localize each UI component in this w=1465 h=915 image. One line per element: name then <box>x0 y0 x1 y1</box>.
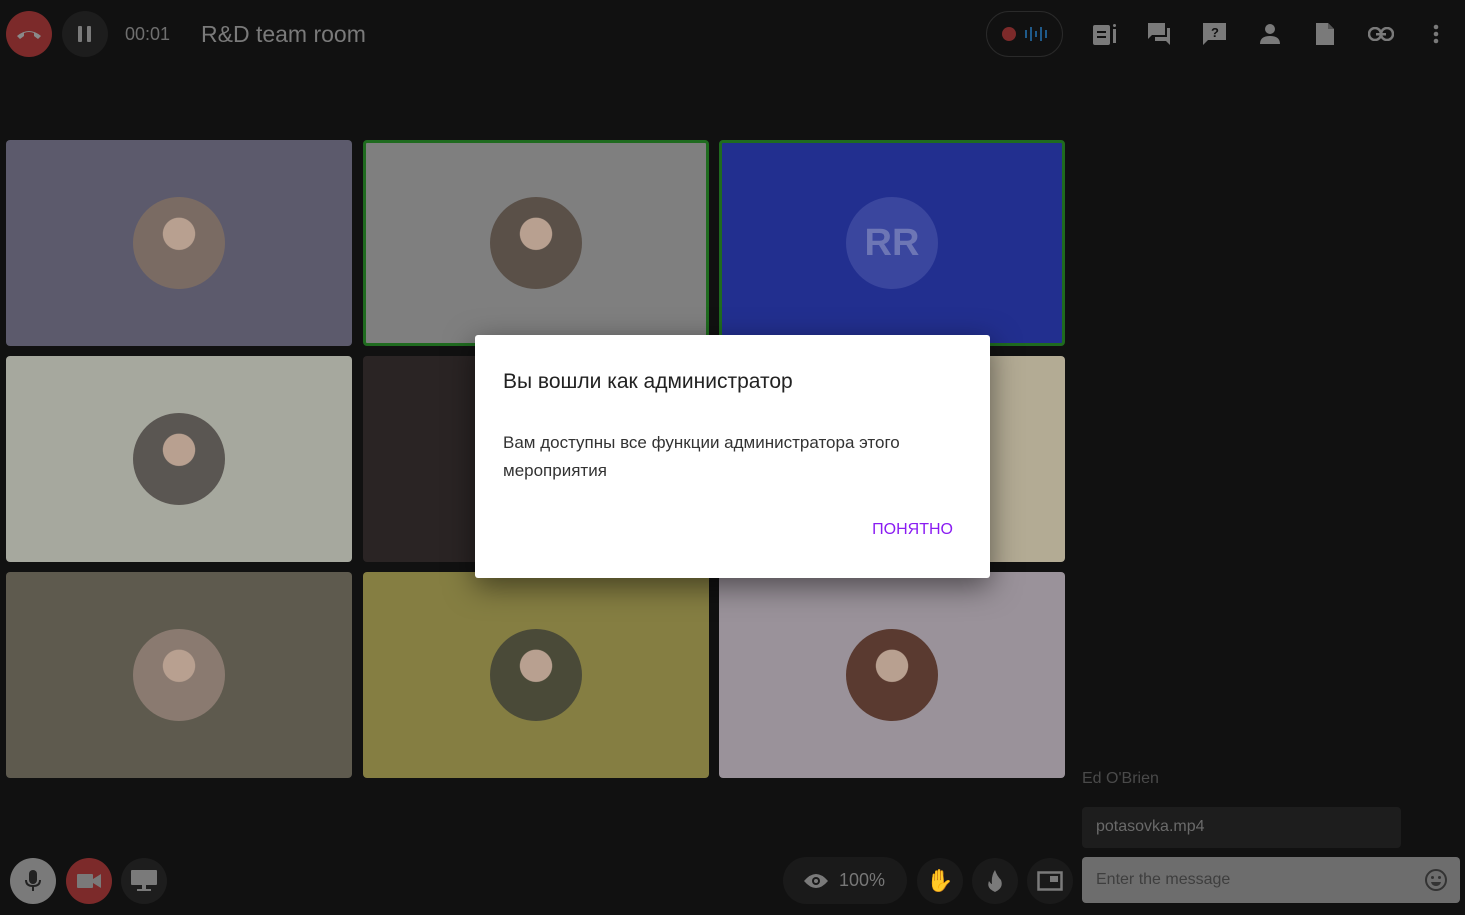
participant-avatar <box>133 629 225 721</box>
fire-icon <box>988 870 1002 892</box>
svg-text:?: ? <box>1211 25 1219 40</box>
monitor-icon <box>131 870 157 891</box>
notes-icon[interactable] <box>1091 20 1119 48</box>
participant-tile[interactable] <box>6 140 352 346</box>
participant-avatar <box>133 197 225 289</box>
pause-icon <box>78 26 91 42</box>
questions-icon[interactable]: ? <box>1201 20 1229 48</box>
link-icon[interactable] <box>1367 20 1395 48</box>
participant-tile[interactable]: RR <box>719 140 1065 346</box>
participant-tile[interactable] <box>6 572 352 778</box>
participant-tile[interactable] <box>363 140 709 346</box>
reaction-button[interactable] <box>972 858 1018 904</box>
microphone-button[interactable] <box>10 858 56 904</box>
microphone-icon <box>25 870 41 891</box>
participant-tile[interactable] <box>363 572 709 778</box>
participant-avatar <box>846 629 938 721</box>
participants-icon[interactable] <box>1256 20 1284 48</box>
more-menu-icon[interactable] <box>1422 20 1450 48</box>
camera-button[interactable] <box>66 858 112 904</box>
camera-icon <box>77 874 101 888</box>
phone-hangup-icon <box>17 31 41 39</box>
participant-avatar <box>490 629 582 721</box>
hand-icon: ✋ <box>926 868 954 893</box>
files-icon[interactable] <box>1311 20 1339 48</box>
dialog-ok-button[interactable]: ПОНЯТНО <box>872 521 953 539</box>
room-title: R&D team room <box>201 21 366 47</box>
chat-file-attachment[interactable]: potasovka.mp4 <box>1082 807 1401 848</box>
call-timer: 00:01 <box>125 24 171 44</box>
participant-tile[interactable] <box>719 572 1065 778</box>
participant-avatar <box>133 413 225 505</box>
dialog-title: Вы вошли как администратор <box>503 370 793 393</box>
admin-dialog: Вы вошли как администратор Вам доступны … <box>475 335 990 578</box>
emoji-icon[interactable] <box>1424 868 1448 892</box>
raise-hand-button[interactable]: ✋ <box>917 858 963 904</box>
participant-avatar <box>490 197 582 289</box>
eye-icon <box>804 873 828 888</box>
dialog-body: Вам доступны все функции администратора … <box>503 433 900 480</box>
view-quality-button[interactable]: 100% <box>783 857 907 904</box>
pip-icon <box>1037 871 1063 891</box>
screen-share-button[interactable] <box>121 858 167 904</box>
record-dot-icon <box>1001 27 1016 41</box>
audio-level-icon <box>1025 27 1048 41</box>
view-percent: 100% <box>839 870 886 890</box>
chat-sender-name: Ed O'Brien <box>1082 770 1159 787</box>
hang-up-button[interactable] <box>6 11 52 57</box>
recording-indicator[interactable] <box>986 11 1063 57</box>
message-input[interactable] <box>1082 857 1460 903</box>
participant-tile[interactable] <box>6 356 352 562</box>
picture-in-picture-button[interactable] <box>1027 858 1073 904</box>
chat-icon[interactable] <box>1146 20 1174 48</box>
pause-button[interactable] <box>62 11 108 57</box>
participant-initials: RR <box>846 197 938 289</box>
